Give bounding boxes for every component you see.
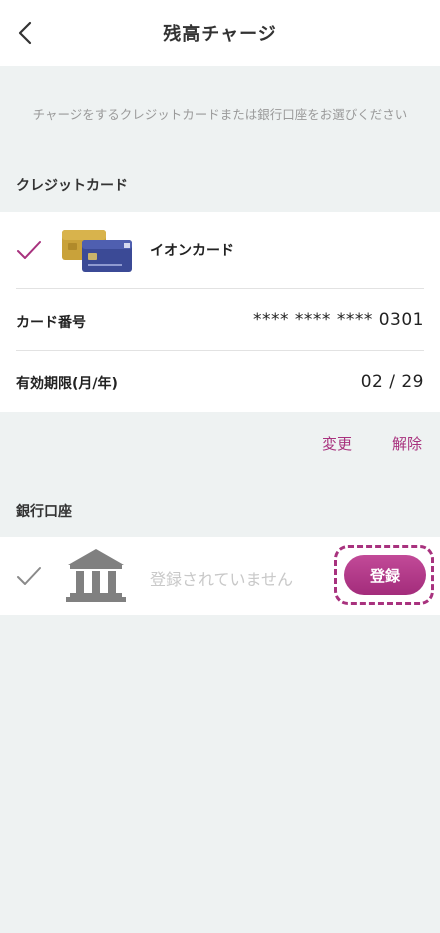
credit-card-row[interactable]: イオンカード — [0, 212, 440, 288]
aeon-card-image — [62, 230, 132, 272]
bank-icon — [66, 549, 126, 602]
card-name: イオンカード — [150, 243, 234, 259]
bank-account-section-label: 銀行口座 — [16, 504, 72, 520]
back-button[interactable] — [10, 18, 40, 48]
credit-card-section-label: クレジットカード — [16, 178, 128, 194]
change-card-link[interactable]: 変更 — [322, 433, 352, 454]
card-number-value: **** **** **** 0301 — [253, 310, 424, 330]
credit-card-panel: イオンカード カード番号 **** **** **** 0301 有効期限(月/… — [0, 212, 440, 412]
divider — [16, 350, 424, 351]
page-title: 残高チャージ — [163, 24, 277, 45]
bank-status-text: 登録されていません — [150, 570, 294, 589]
register-bank-button[interactable]: 登録 — [344, 555, 426, 595]
check-icon — [17, 241, 41, 259]
expiry-value: 02 / 29 — [360, 372, 424, 392]
card-number-label: カード番号 — [16, 315, 86, 331]
check-icon — [17, 567, 41, 585]
top-bar: 残高チャージ — [0, 0, 440, 66]
remove-card-link[interactable]: 解除 — [392, 433, 422, 454]
expiry-label: 有効期限(月/年) — [16, 376, 118, 392]
chevron-left-icon — [18, 21, 32, 45]
divider — [16, 288, 424, 289]
bank-account-panel: 登録されていません 登録 — [0, 537, 440, 615]
instruction-text: チャージをするクレジットカードまたは銀行口座をお選びください — [32, 107, 408, 122]
